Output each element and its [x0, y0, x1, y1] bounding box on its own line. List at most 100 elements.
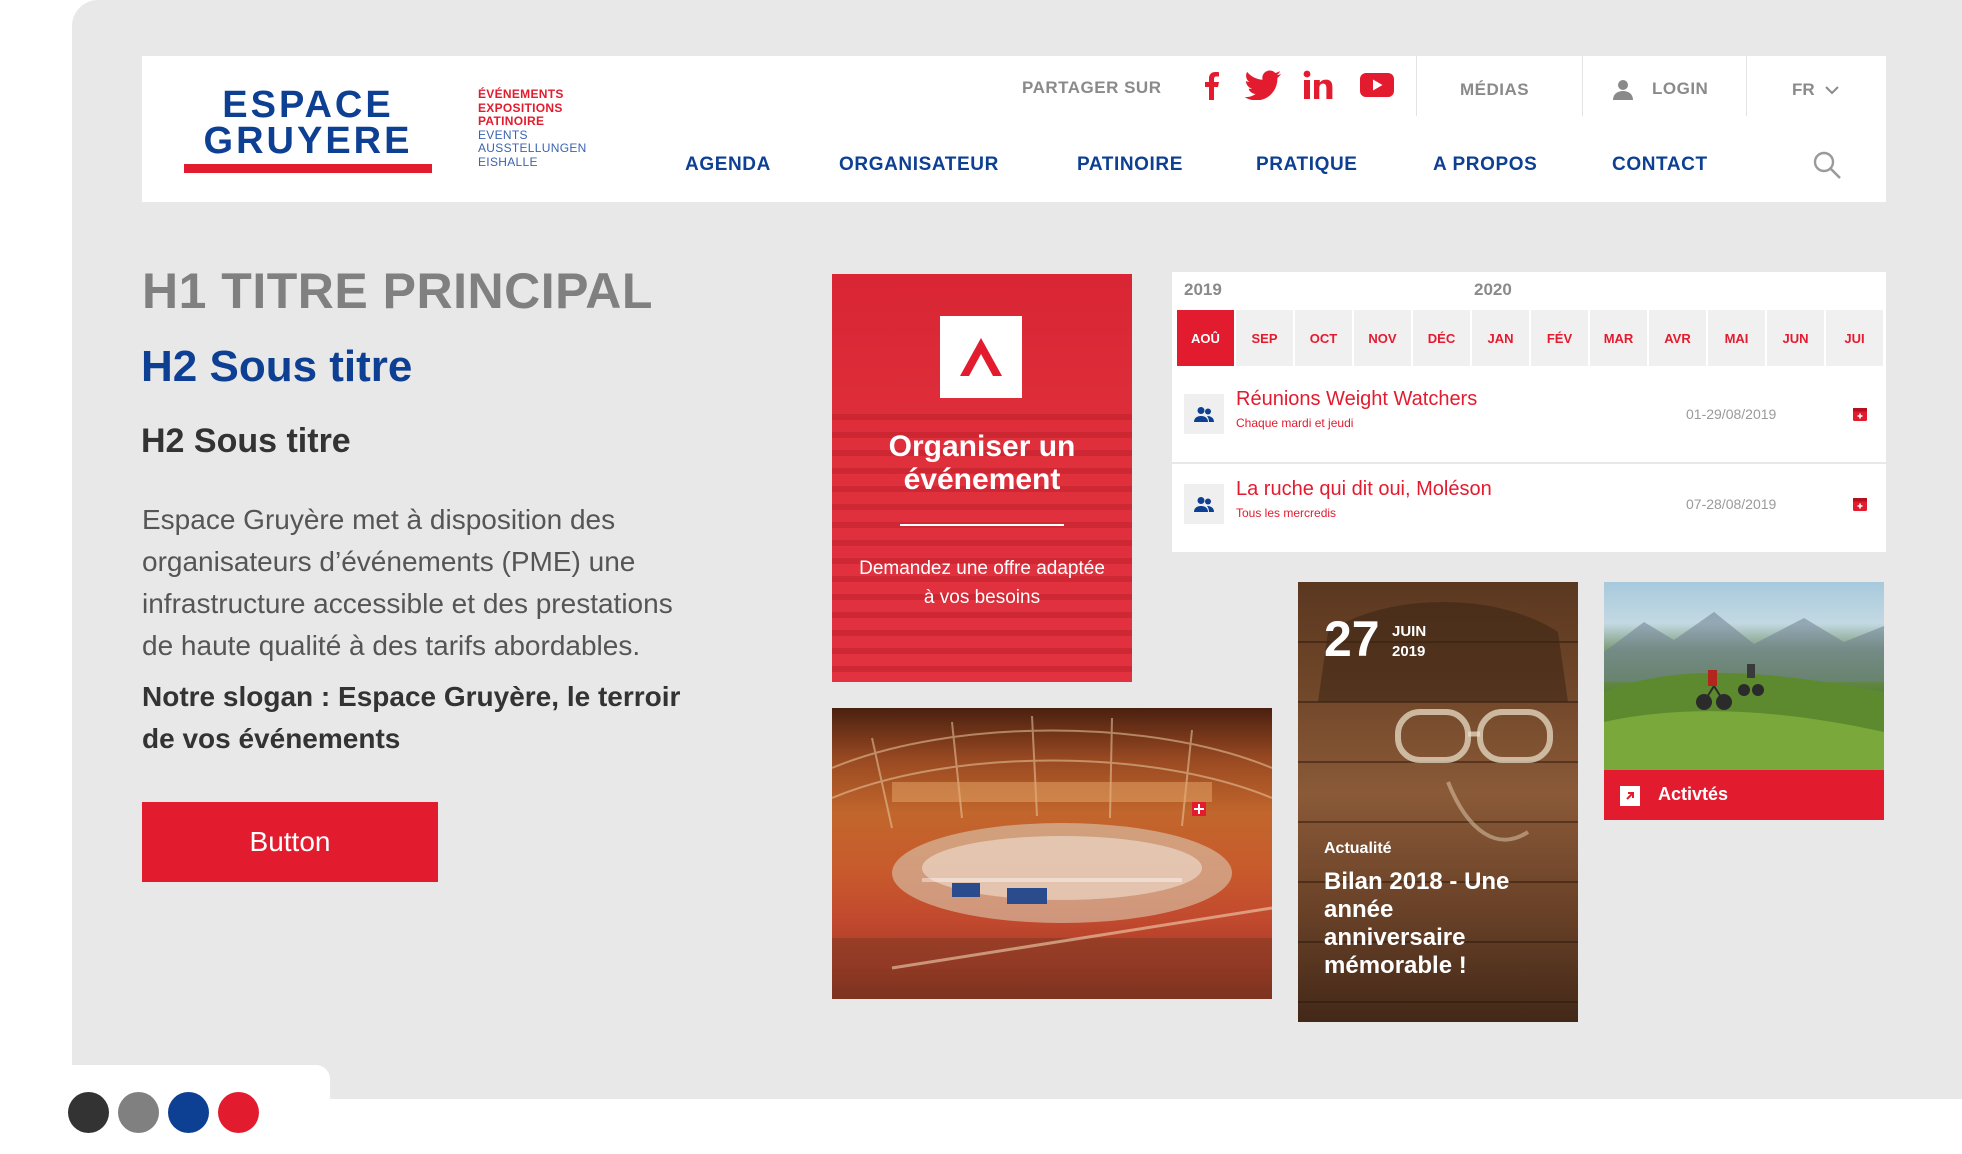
- slogan-line: de vos événements: [142, 723, 401, 754]
- month-tab-jan[interactable]: JAN: [1472, 310, 1529, 366]
- month-tab-mai[interactable]: MAI: [1708, 310, 1765, 366]
- intro-line: de haute qualité à des tarifs abordables…: [142, 630, 641, 661]
- header-divider: [1582, 56, 1583, 116]
- news-title-line: mémorable !: [1324, 952, 1467, 979]
- login-label: LOGIN: [1652, 79, 1709, 98]
- event-title: La ruche qui dit oui, Moléson: [1236, 478, 1492, 500]
- color-swatch-dark: [68, 1092, 109, 1133]
- search-icon[interactable]: [1812, 150, 1842, 180]
- mountain-landscape: [1604, 612, 1884, 770]
- tagline-fr-3: PATINOIRE: [478, 114, 545, 128]
- event-subtitle: Chaque mardi et jeudi: [1236, 416, 1354, 430]
- promo-title-line: Organiser un: [888, 430, 1076, 463]
- group-icon: [1184, 484, 1224, 524]
- event-item[interactable]: La ruche qui dit oui, Moléson Tous les m…: [1172, 464, 1886, 552]
- agenda-widget: 2019 2020 AOÛ SEP OCT NOV DÉC JAN FÉV MA…: [1172, 272, 1886, 552]
- news-title-line: Bilan 2018 - Une: [1324, 868, 1510, 895]
- month-tab-jun[interactable]: JUN: [1767, 310, 1824, 366]
- login-link[interactable]: LOGIN: [1612, 76, 1708, 102]
- intro-line: organisateurs d’événements (PME) une: [142, 546, 636, 577]
- month-tab-jui[interactable]: JUI: [1826, 310, 1883, 366]
- nav-contact[interactable]: CONTACT: [1612, 154, 1708, 176]
- logo-underline: [184, 164, 432, 173]
- nav-agenda[interactable]: AGENDA: [685, 154, 771, 176]
- chevron-down-icon: [1824, 85, 1839, 95]
- add-to-calendar-icon[interactable]: [1852, 406, 1868, 422]
- promo-divider: [900, 524, 1064, 526]
- language-selector[interactable]: FR: [1792, 78, 1839, 102]
- month-tab-aou[interactable]: AOÛ: [1177, 310, 1234, 366]
- event-title: Réunions Weight Watchers: [1236, 388, 1478, 410]
- month-tab-dec[interactable]: DÉC: [1413, 310, 1470, 366]
- hall-illustration: [832, 715, 1272, 999]
- news-year: 2019: [1392, 643, 1426, 660]
- activities-bar: Activtés: [1604, 770, 1884, 820]
- promo-subtitle-line: à vos besoins: [923, 587, 1041, 608]
- user-icon: [1612, 78, 1634, 100]
- tagline-fr-1: ÉVÉNEMENTS: [478, 87, 564, 101]
- news-month-year: JUIN 2019: [1392, 622, 1426, 662]
- promo-subtitle: Demandez une offre adaptée à vos besoins: [842, 554, 1122, 612]
- nav-a-propos[interactable]: A PROPOS: [1433, 154, 1537, 176]
- intro-paragraph: Espace Gruyère met à disposition des org…: [142, 499, 722, 667]
- linkedin-icon[interactable]: [1302, 68, 1334, 102]
- logo-line2: GRUYERE: [203, 120, 413, 162]
- tagline-de-3: EISHALLE: [478, 154, 538, 169]
- logo-line1: ESPACE: [222, 84, 394, 126]
- activities-card[interactable]: Activtés: [1604, 582, 1884, 820]
- month-tab-sep[interactable]: SEP: [1236, 310, 1293, 366]
- event-date: 01-29/08/2019: [1686, 406, 1777, 422]
- color-swatch-red: [218, 1092, 259, 1133]
- nav-organisateur[interactable]: ORGANISATEUR: [839, 154, 999, 176]
- month-tab-avr[interactable]: AVR: [1649, 310, 1706, 366]
- promo-subtitle-line: Demandez une offre adaptée: [859, 558, 1105, 579]
- twitter-icon[interactable]: [1242, 68, 1284, 102]
- facebook-icon[interactable]: [1196, 68, 1226, 102]
- event-subtitle: Tous les mercredis: [1236, 506, 1337, 520]
- intro-line: infrastructure accessible et des prestat…: [142, 588, 673, 619]
- news-card[interactable]: 27 JUIN 2019 Actualité Bilan 2018 - Une …: [1298, 582, 1578, 1022]
- youtube-icon[interactable]: [1358, 68, 1396, 102]
- color-swatch-grey: [118, 1092, 159, 1133]
- event-hall-photo[interactable]: [832, 708, 1272, 999]
- promo-title: Organiser un événement: [832, 430, 1132, 496]
- event-date: 07-28/08/2019: [1686, 496, 1777, 512]
- share-label: PARTAGER SUR: [1022, 78, 1162, 97]
- palette-panel: [0, 1065, 330, 1154]
- subtitle-dark: H2 Sous titre: [141, 422, 351, 460]
- group-icon: [1184, 394, 1224, 434]
- year-label: 2020: [1474, 280, 1512, 299]
- color-swatch-blue: [168, 1092, 209, 1133]
- espace-gruyere-mark-icon: [940, 316, 1022, 398]
- nav-pratique[interactable]: PRATIQUE: [1256, 154, 1358, 176]
- header-divider: [1416, 56, 1417, 116]
- news-title: Bilan 2018 - Une année anniversaire mémo…: [1324, 868, 1564, 980]
- subtitle-blue: H2 Sous titre: [141, 342, 413, 391]
- event-item[interactable]: Réunions Weight Watchers Chaque mardi et…: [1172, 374, 1886, 462]
- news-title-line: anniversaire: [1324, 924, 1466, 951]
- tagline-fr-2: EXPOSITIONS: [478, 100, 563, 115]
- primary-button[interactable]: Button: [142, 802, 438, 882]
- add-to-calendar-icon[interactable]: [1852, 496, 1868, 512]
- tagline-de-1: EVENTS: [478, 127, 528, 142]
- month-tab-oct[interactable]: OCT: [1295, 310, 1352, 366]
- tagline-de-2: AUSSTELLUNGEN: [478, 141, 587, 155]
- mountain-biking-photo: [1604, 582, 1884, 770]
- news-day: 27: [1324, 611, 1380, 667]
- news-month: JUIN: [1392, 623, 1427, 640]
- espace-gruyere-logo[interactable]: ESPACE GRUYERE: [184, 82, 432, 178]
- logo-tagline: ÉVÉNEMENTS EXPOSITIONS PATINOIRE EVENTS …: [478, 87, 608, 169]
- slogan-line: Notre slogan : Espace Gruyère, le terroi…: [142, 681, 681, 712]
- month-tab-mar[interactable]: MAR: [1590, 310, 1647, 366]
- news-title-line: année: [1324, 896, 1394, 923]
- month-tab-nov[interactable]: NOV: [1354, 310, 1411, 366]
- medias-link[interactable]: MÉDIAS: [1460, 80, 1529, 100]
- month-tab-fev[interactable]: FÉV: [1531, 310, 1588, 366]
- activities-label: Activtés: [1658, 784, 1729, 804]
- nav-patinoire[interactable]: PATINOIRE: [1077, 154, 1183, 176]
- organise-event-card[interactable]: Organiser un événement Demandez une offr…: [832, 274, 1132, 682]
- language-label: FR: [1792, 80, 1815, 99]
- external-link-icon: [1620, 786, 1640, 806]
- year-label: 2019: [1184, 280, 1222, 299]
- slogan: Notre slogan : Espace Gruyère, le terroi…: [142, 676, 742, 760]
